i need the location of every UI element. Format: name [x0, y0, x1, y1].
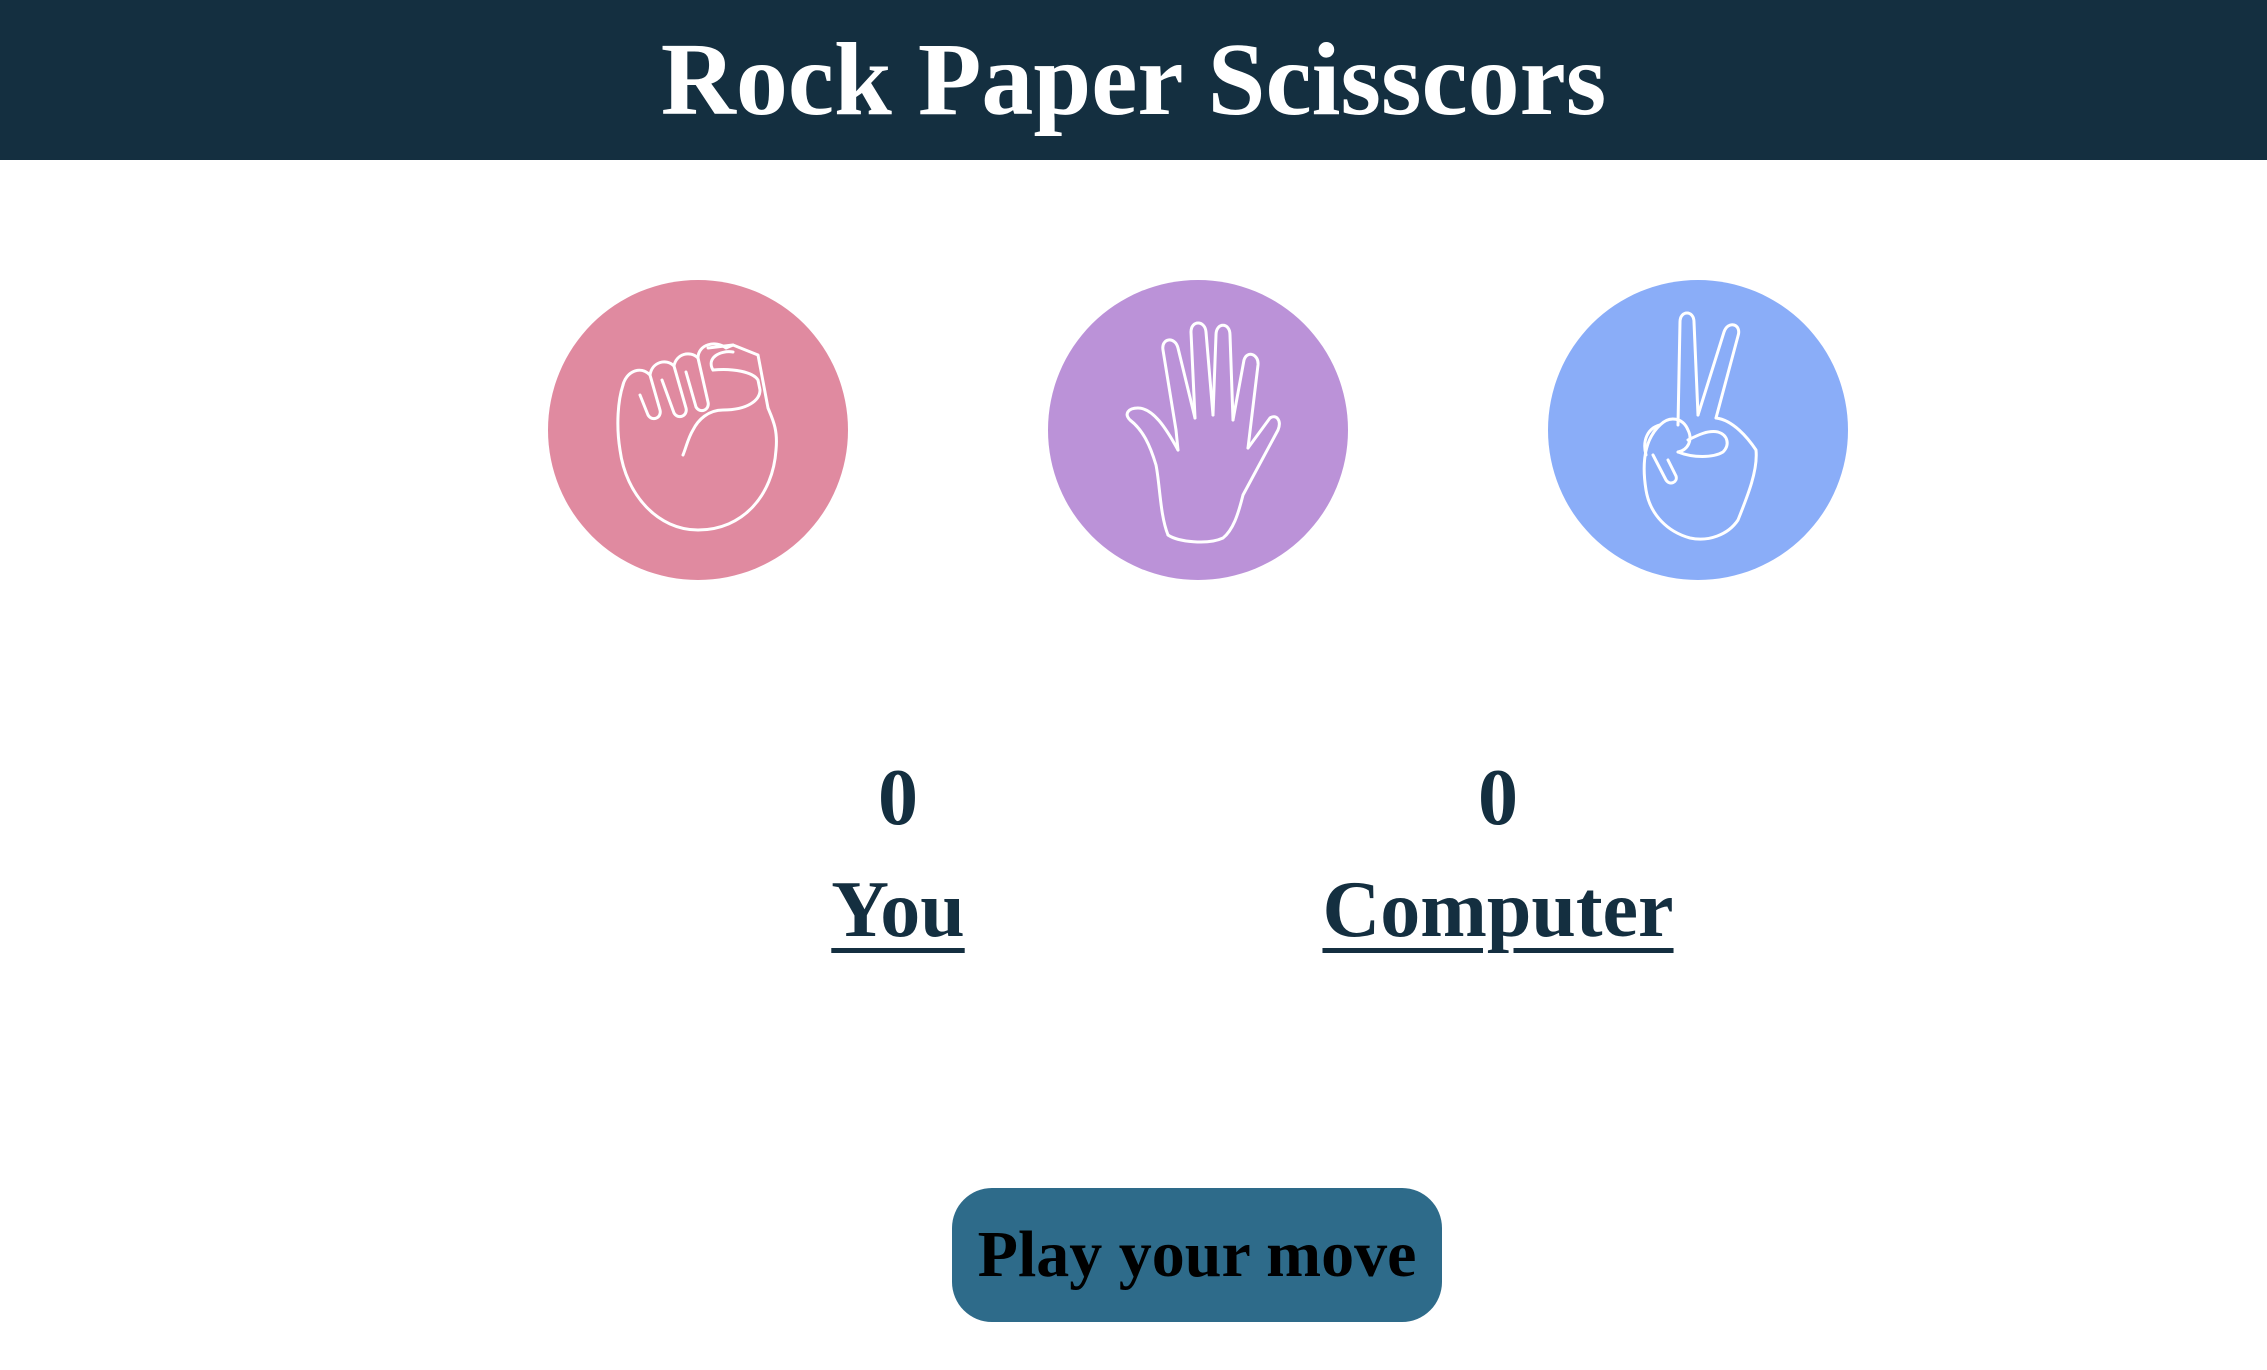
computer-score-panel: 0 Computer: [1298, 758, 1698, 950]
rock-choice-button[interactable]: [548, 280, 848, 580]
computer-label: Computer: [1322, 866, 1674, 954]
page-title: Rock Paper Scisscors: [660, 22, 1607, 137]
user-label: You: [831, 866, 965, 954]
computer-score: 0: [1478, 754, 1518, 842]
scissors-victory-icon: [1548, 280, 1848, 580]
rock-fist-icon: [548, 280, 848, 580]
play-move-button[interactable]: Play your move: [952, 1188, 1442, 1322]
header-bar: Rock Paper Scisscors: [0, 0, 2267, 160]
paper-choice-button[interactable]: [1048, 280, 1348, 580]
user-score-panel: 0 You: [798, 758, 998, 950]
scissors-choice-button[interactable]: [1548, 280, 1848, 580]
user-score: 0: [878, 754, 918, 842]
paper-hand-icon: [1048, 280, 1348, 580]
